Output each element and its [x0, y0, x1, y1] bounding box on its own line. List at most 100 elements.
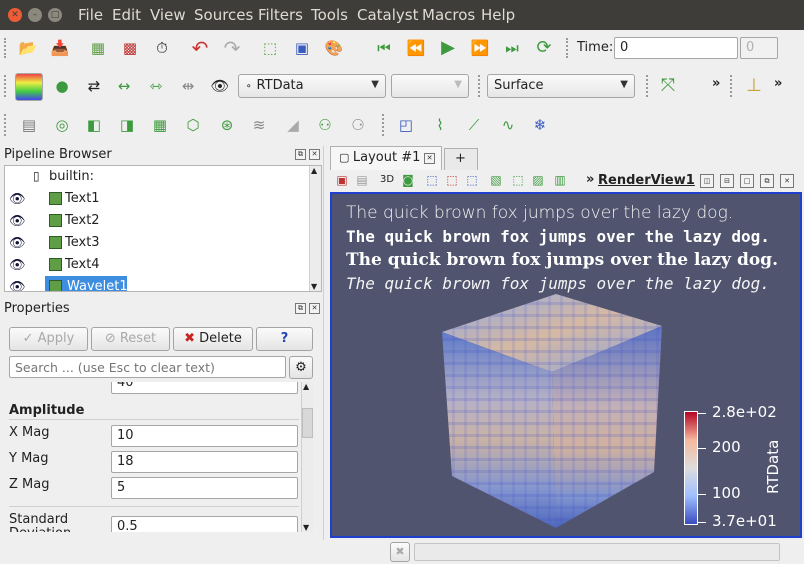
- plot-icon[interactable]: ⌇: [428, 113, 452, 137]
- close-panel-icon[interactable]: ✕: [309, 303, 320, 314]
- splitter[interactable]: [323, 146, 327, 540]
- eye-icon[interactable]: 👁: [9, 192, 26, 207]
- representation-combobox[interactable]: Surface ▼: [487, 74, 635, 98]
- calculator-icon[interactable]: ▤: [17, 113, 41, 137]
- scroll-down-icon[interactable]: ▼: [303, 523, 309, 532]
- z-mag-input[interactable]: 5: [111, 477, 298, 499]
- maximize-view-icon[interactable]: □: [740, 174, 754, 188]
- eye-icon[interactable]: 👁: [9, 236, 26, 251]
- close-panel-icon[interactable]: ✕: [309, 149, 320, 160]
- clip-icon[interactable]: ◧: [82, 113, 106, 137]
- time-input[interactable]: 0: [614, 37, 738, 59]
- slice-icon[interactable]: ◨: [115, 113, 139, 137]
- menu-sources[interactable]: Sources: [194, 6, 253, 24]
- color-legend-icon[interactable]: [15, 73, 43, 101]
- last-frame-icon[interactable]: ⏭: [500, 36, 524, 60]
- disconnect-icon[interactable]: ▣: [290, 36, 314, 60]
- toolbar-overflow-icon[interactable]: »: [712, 76, 720, 91]
- select-cells-icon[interactable]: ⬚: [422, 170, 442, 190]
- toolbar-grip[interactable]: [566, 38, 570, 58]
- next-frame-icon[interactable]: ⏩: [468, 36, 492, 60]
- close-tab-icon[interactable]: ✕: [424, 153, 435, 164]
- glyph-icon[interactable]: ⊛: [215, 113, 239, 137]
- probe-icon[interactable]: ∿: [496, 113, 520, 137]
- redo-icon[interactable]: ↷: [220, 36, 244, 60]
- window-close-icon[interactable]: ✕: [8, 8, 22, 22]
- menu-edit[interactable]: Edit: [112, 6, 141, 24]
- eye-icon[interactable]: 👁: [9, 214, 26, 229]
- toggle-3d-button[interactable]: 3D: [380, 174, 394, 185]
- advanced-settings-icon[interactable]: ⚙: [289, 356, 313, 379]
- tree-item-text4[interactable]: 👁 Text4: [5, 254, 311, 276]
- scroll-thumb[interactable]: [302, 408, 313, 438]
- toolbar-grip[interactable]: [646, 75, 650, 97]
- connect-icon[interactable]: ⬚: [258, 36, 282, 60]
- y-mag-input[interactable]: 18: [111, 451, 298, 473]
- tree-item-text2[interactable]: 👁 Text2: [5, 210, 311, 232]
- view-toolbar-overflow-icon[interactable]: »: [586, 172, 594, 187]
- toolbar-overflow-icon[interactable]: »: [774, 76, 782, 91]
- grow-selection-icon[interactable]: ▥: [550, 170, 570, 190]
- rescale-range-icon[interactable]: ⇄: [82, 74, 106, 98]
- threshold-icon[interactable]: ▦: [148, 113, 172, 137]
- hover-points-icon[interactable]: ▨: [528, 170, 548, 190]
- toolbar-grip[interactable]: [478, 75, 482, 97]
- tree-item-text3[interactable]: 👁 Text3: [5, 232, 311, 254]
- toolbar-grip[interactable]: [4, 114, 8, 136]
- select-points-icon[interactable]: ⬚: [442, 170, 462, 190]
- toolbar-grip[interactable]: [4, 38, 8, 58]
- menu-filters[interactable]: Filters: [258, 6, 303, 24]
- interactive-select-icon[interactable]: ⬚: [508, 170, 528, 190]
- loop-icon[interactable]: ⟳: [532, 36, 556, 60]
- menu-help[interactable]: Help: [481, 6, 515, 24]
- help-button[interactable]: ?: [256, 327, 313, 351]
- add-layout-button[interactable]: +: [444, 148, 478, 170]
- palette-icon[interactable]: 🎨: [322, 36, 346, 60]
- split-vertical-icon[interactable]: ⊟: [720, 174, 734, 188]
- menu-file[interactable]: File: [78, 6, 103, 24]
- toggle-visibility-icon[interactable]: 👁: [208, 74, 232, 98]
- toolbar-grip[interactable]: [4, 75, 8, 97]
- float-panel-icon[interactable]: ⧉: [295, 303, 306, 314]
- cancel-progress-icon[interactable]: ✖: [390, 542, 410, 562]
- render-view[interactable]: The quick brown fox jumps over the lazy …: [330, 192, 802, 538]
- undo-icon[interactable]: ↶: [188, 36, 212, 60]
- undock-view-icon[interactable]: ⧉: [760, 174, 774, 188]
- toolbar-grip[interactable]: [382, 114, 386, 136]
- window-minimize-icon[interactable]: –: [28, 8, 42, 22]
- reset-button[interactable]: ⊘ Reset: [91, 327, 170, 351]
- eye-icon[interactable]: 👁: [9, 280, 26, 291]
- window-maximize-icon[interactable]: □: [48, 8, 62, 22]
- stream-tracer-icon[interactable]: ≋: [247, 113, 271, 137]
- apply-button[interactable]: ✓ Apply: [9, 327, 88, 351]
- save-data-icon[interactable]: ▦: [86, 36, 110, 60]
- load-state-icon[interactable]: 📥: [48, 36, 72, 60]
- auto-apply-icon[interactable]: ⏱: [150, 36, 174, 60]
- camera-undo-icon[interactable]: ◙: [398, 170, 418, 190]
- reset-camera-icon[interactable]: ⤧: [656, 74, 680, 98]
- save-state-icon[interactable]: ▩: [118, 36, 142, 60]
- rescale-time-icon[interactable]: ⇹: [176, 74, 200, 98]
- partial-field[interactable]: 40: [111, 382, 298, 394]
- tree-item-builtin[interactable]: ▯ builtin:: [5, 166, 311, 188]
- time-index-spinbox[interactable]: 0: [740, 37, 778, 59]
- component-combobox[interactable]: ▼: [391, 74, 469, 98]
- select-block-icon[interactable]: ▧: [486, 170, 506, 190]
- play-icon[interactable]: ▶: [436, 36, 460, 60]
- group-icon[interactable]: ⚇: [313, 113, 337, 137]
- selection-icon[interactable]: ◰: [394, 113, 418, 137]
- prev-frame-icon[interactable]: ⏪: [404, 36, 428, 60]
- properties-scrollbar[interactable]: ▲ ▼: [301, 382, 313, 532]
- menu-view[interactable]: View: [150, 6, 186, 24]
- extract-subset-icon[interactable]: ⬡: [181, 113, 205, 137]
- rescale-visible-icon[interactable]: ⇿: [144, 74, 168, 98]
- float-panel-icon[interactable]: ⧉: [295, 149, 306, 160]
- snowflake-icon[interactable]: ❄: [528, 113, 552, 137]
- x-mag-input[interactable]: 10: [111, 425, 298, 447]
- close-view-icon[interactable]: ✕: [780, 174, 794, 188]
- camera-link-icon[interactable]: ▤: [352, 170, 372, 190]
- extract-level-icon[interactable]: ⚆: [346, 113, 370, 137]
- delete-button[interactable]: ✖ Delete: [173, 327, 253, 351]
- contour-icon[interactable]: ◎: [50, 113, 74, 137]
- warp-icon[interactable]: ◢: [281, 113, 305, 137]
